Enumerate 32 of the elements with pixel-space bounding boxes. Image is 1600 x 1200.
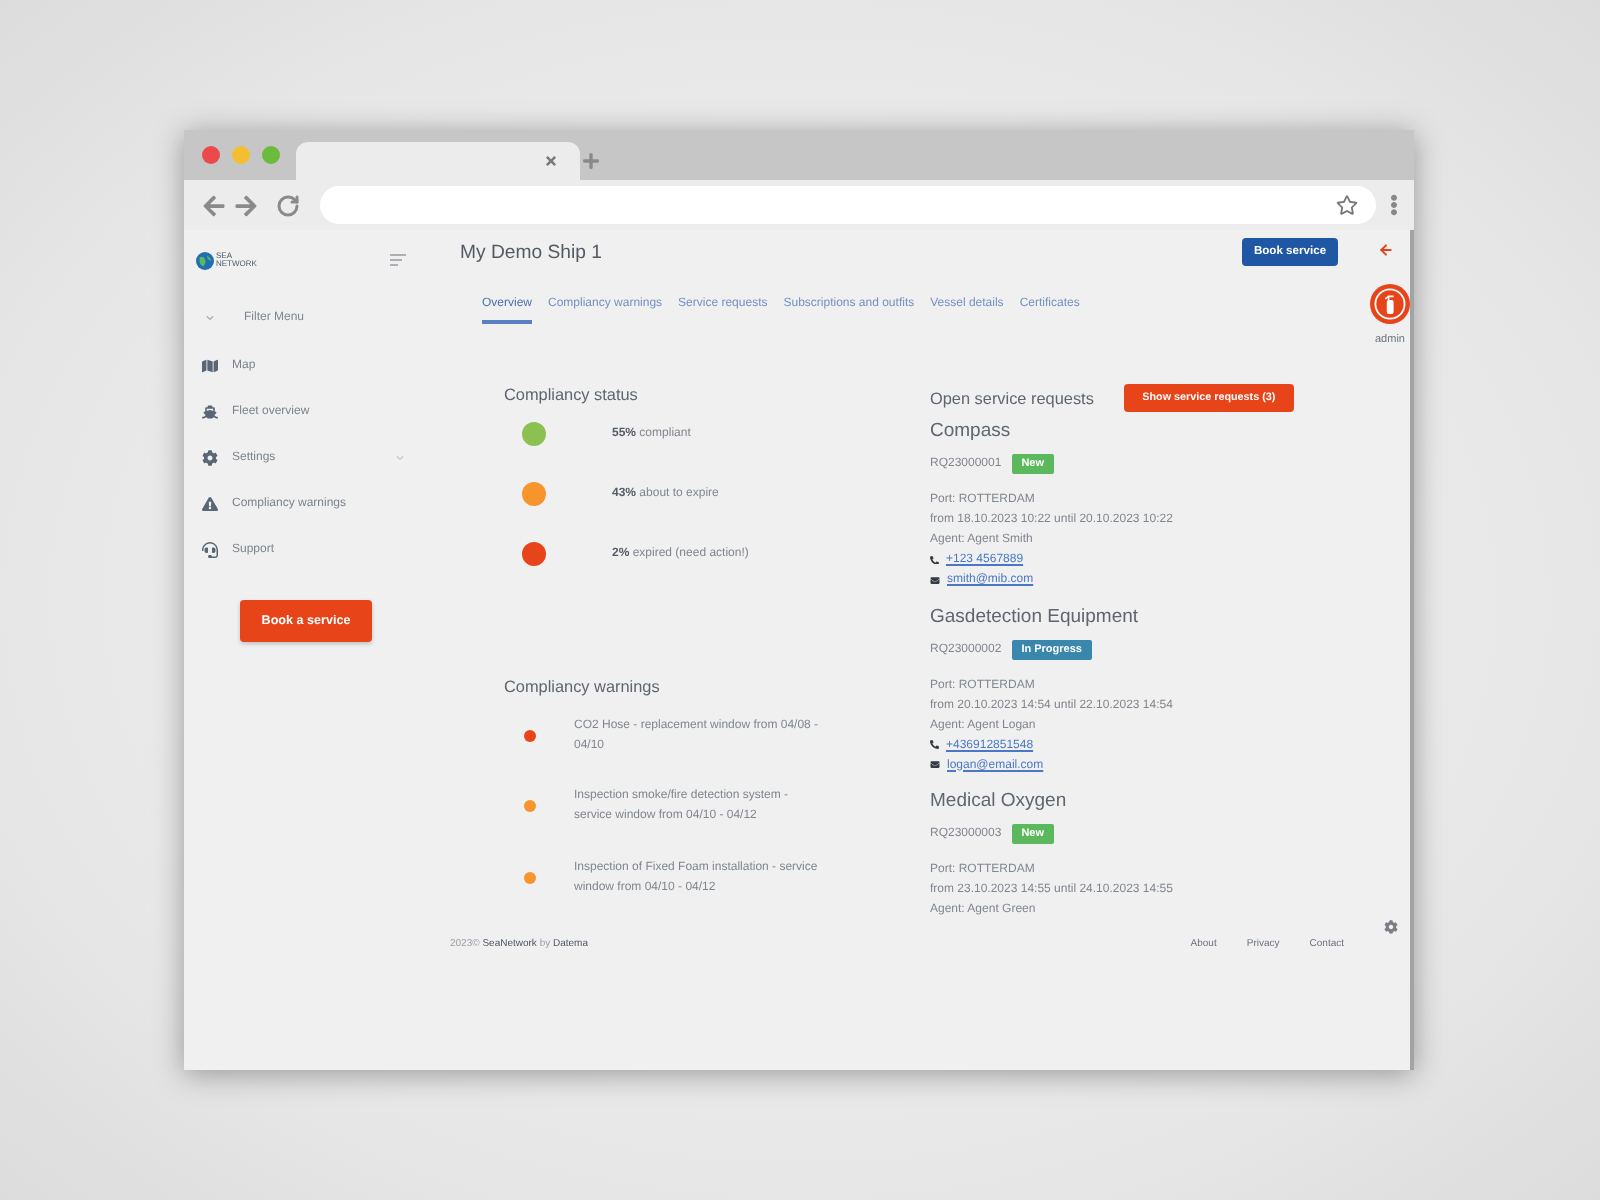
settings-icon[interactable] — [1383, 919, 1397, 933]
page-title: My Demo Ship 1 — [460, 242, 602, 266]
close-window-icon[interactable] — [201, 145, 219, 163]
reload-icon[interactable] — [276, 193, 300, 217]
warning-icon — [202, 496, 218, 512]
request-title: Compass — [930, 420, 1011, 444]
forward-arrow-icon[interactable] — [234, 193, 258, 217]
request-title: Gasdetection Equipment — [930, 605, 1139, 629]
request-title: Medical Oxygen — [930, 790, 1067, 814]
chevron-down-icon — [204, 314, 216, 322]
globe-logo-icon — [196, 251, 214, 269]
section-title: Open service requests — [930, 389, 1094, 407]
section-title: Compliancy warnings — [504, 678, 660, 696]
close-icon[interactable] — [544, 154, 558, 168]
back-arrow-icon[interactable] — [202, 193, 226, 217]
mail-icon — [930, 575, 940, 585]
extinguisher-avatar-icon[interactable] — [1370, 284, 1410, 324]
phone-icon — [930, 555, 939, 565]
settings-icon — [202, 450, 218, 466]
mail-icon — [930, 760, 940, 770]
section-title: Compliancy status — [504, 386, 638, 404]
back-arrow-icon[interactable] — [1378, 242, 1394, 258]
star-icon[interactable] — [1336, 194, 1358, 216]
headset-icon — [202, 542, 218, 558]
address-field[interactable] — [320, 186, 1376, 224]
menu-icon[interactable] — [390, 254, 406, 266]
more-menu-icon[interactable] — [1390, 194, 1398, 216]
phone-icon — [930, 740, 939, 750]
plus-icon[interactable] — [582, 152, 600, 170]
chevron-down-icon — [394, 454, 406, 462]
map-icon — [202, 358, 218, 374]
ship-icon — [202, 404, 218, 420]
